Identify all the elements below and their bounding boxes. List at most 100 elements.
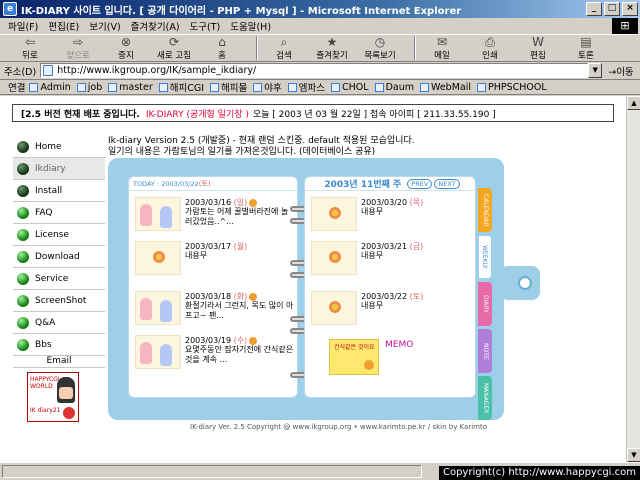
link-empas[interactable]: 엠파스 — [287, 80, 325, 94]
maximize-button[interactable]: □ — [604, 2, 620, 16]
link-page-icon — [210, 82, 220, 92]
link-job[interactable]: job — [76, 82, 102, 93]
diary-entry[interactable]: 2003/03/21 (금) 내용무 — [309, 239, 471, 279]
diary-entry[interactable]: 2003/03/20 (목) 내용무 — [309, 195, 471, 235]
nav-label: Service — [35, 273, 69, 284]
refresh-button[interactable]: ⟳ 새로 고침 — [154, 35, 194, 61]
nav-item-faq[interactable]: FAQ — [13, 202, 105, 224]
copyright-watermark: Copyright(c) http://www.happycgi.com — [438, 466, 640, 480]
happycgi-banner[interactable]: HAPPYCGI WORLD IK diary21 — [27, 372, 79, 422]
edit-button[interactable]: W 편집 — [518, 35, 558, 61]
entry-text: 내용무 — [361, 301, 384, 310]
nav-item-qa[interactable]: Q&A — [13, 312, 105, 334]
link-phpschool[interactable]: PHPSCHOOL — [477, 82, 547, 93]
home-button[interactable]: ⌂ 홈 — [202, 35, 242, 61]
minimize-button[interactable]: _ — [586, 2, 602, 16]
memo-label: MEMO — [385, 340, 414, 350]
history-button[interactable]: ◷ 목록보기 — [360, 35, 400, 61]
diary-entry[interactable]: 2003/03/17 (월) 내용무 — [133, 239, 295, 279]
diary-entry[interactable]: 2003/03/22 (토) 내용무 — [309, 289, 471, 329]
tab-calendar[interactable]: CALENDAR — [478, 188, 492, 232]
tab-manager[interactable]: MANAGER — [478, 376, 492, 420]
diary-link[interactable]: IK-DIARY (공개형 일기장 ) — [146, 107, 249, 120]
entry-date-value: 2003/03/21 — [361, 242, 408, 251]
next-button[interactable]: NEXT — [434, 178, 460, 189]
link-yahoo[interactable]: 야후 — [253, 80, 282, 94]
title-bar: e IK-DIARY 사이트 입니다. [ 공개 다이어리 - PHP + My… — [0, 0, 640, 18]
character-face-icon — [59, 387, 73, 399]
tab-note[interactable]: NOTE — [478, 329, 492, 373]
link-chol[interactable]: CHOL — [331, 82, 369, 93]
character-icon — [140, 298, 152, 320]
prev-button[interactable]: PREV — [407, 178, 433, 189]
entry-thumbnail — [135, 197, 181, 231]
mail-button[interactable]: ✉ 메일 — [422, 35, 462, 61]
flower-icon — [153, 251, 165, 263]
nav-item-download[interactable]: Download — [13, 246, 105, 268]
diary-entry[interactable]: 2003/03/16 (일) 가람토는 어제 꿀벌버라진에 놀러갔었음..^..… — [133, 195, 295, 235]
green-ball-icon — [17, 206, 29, 219]
address-dropdown-button[interactable]: ▼ — [588, 63, 603, 78]
go-button[interactable]: →이동 — [608, 64, 633, 78]
refresh-label: 새로 고침 — [157, 51, 191, 61]
character-icon — [160, 300, 172, 322]
favorites-label: 즐겨찾기 — [316, 51, 348, 61]
vertical-scrollbar[interactable]: ▲ ▼ — [626, 96, 640, 462]
nav-email-link[interactable]: Email — [13, 356, 105, 368]
history-label: 목록보기 — [364, 51, 396, 61]
ie-app-icon: e — [3, 2, 17, 16]
menu-edit[interactable]: 편집(E) — [48, 19, 79, 33]
search-button[interactable]: ⌕ 검색 — [264, 35, 304, 61]
nav-item-screenshot[interactable]: ScreenShot — [13, 290, 105, 312]
scroll-up-button[interactable]: ▲ — [627, 96, 640, 110]
menu-file[interactable]: 파일(F) — [8, 19, 38, 33]
back-button[interactable]: ⇦ 뒤로 — [10, 35, 50, 61]
stop-label: 중지 — [118, 51, 134, 61]
link-happymall[interactable]: 해피몰 — [210, 80, 247, 94]
page-icon — [43, 65, 54, 76]
link-happycgi[interactable]: 해피CGI — [158, 80, 204, 94]
nav-item-home[interactable]: Home — [13, 136, 105, 158]
clasp-button-icon — [518, 276, 532, 290]
back-arrow-icon: ⇦ — [24, 35, 36, 49]
link-master[interactable]: master — [108, 82, 153, 93]
entry-weekday: (금) — [409, 242, 424, 251]
menu-help[interactable]: 도움말(H) — [230, 19, 271, 33]
diary-entry[interactable]: 2003/03/19 (수) 요몇주동안 잠자기전에 간식같은것을 계속 ... — [133, 333, 295, 373]
print-button[interactable]: ⎙ 인쇄 — [470, 35, 510, 61]
link-webmail[interactable]: WebMail — [419, 82, 471, 93]
diary-right-page: 2003년 11번째 주 PREV NEXT 2003/03/20 (목) 내용… — [304, 176, 476, 398]
tab-weekly[interactable]: WEEKLY — [478, 235, 492, 279]
nav-item-install[interactable]: Install — [13, 180, 105, 202]
character-icon — [140, 204, 152, 226]
link-page-icon — [108, 82, 118, 92]
discuss-button[interactable]: ▤ 토론 — [566, 35, 606, 61]
nav-item-service[interactable]: Service — [13, 268, 105, 290]
menu-view[interactable]: 보기(V) — [89, 19, 120, 33]
menu-tools[interactable]: 도구(T) — [190, 19, 221, 33]
window-title: IK-DIARY 사이트 입니다. [ 공개 다이어리 - PHP + Mysq… — [21, 5, 462, 17]
search-icon: ⌕ — [280, 35, 288, 49]
search-label: 검색 — [276, 51, 292, 61]
scroll-down-button[interactable]: ▼ — [627, 448, 640, 462]
favorites-button[interactable]: ★ 즐겨찾기 — [312, 35, 352, 61]
close-button[interactable]: × — [622, 2, 638, 16]
nav-item-license[interactable]: License — [13, 224, 105, 246]
link-page-icon — [158, 82, 168, 92]
diary-entry[interactable]: 2003/03/18 (화) 환절기라서 그런지, 목도 많이 아프고~ 팬..… — [133, 289, 295, 329]
nav-item-ikdiary[interactable]: Ikdiary — [13, 158, 105, 180]
entry-date-value: 2003/03/17 — [185, 242, 232, 251]
entry-thumbnail — [135, 335, 181, 369]
tab-diary[interactable]: DIARY — [478, 282, 492, 326]
nav-item-bbs[interactable]: Bbs — [13, 334, 105, 356]
memo-note[interactable]: 간식같은 것이요 — [329, 339, 379, 375]
green-ball-icon — [17, 140, 29, 153]
menu-favorites[interactable]: 즐겨찾기(A) — [131, 19, 180, 33]
forward-button[interactable]: ⇨ 앞으로 — [58, 35, 98, 61]
stop-button[interactable]: ⊗ 중지 — [106, 35, 146, 61]
address-input[interactable]: http://www.ikgroup.org/IK/sample_ikdiary… — [40, 63, 589, 78]
link-admin[interactable]: Admin — [29, 82, 71, 93]
links-label: 연결 — [8, 83, 26, 94]
link-page-icon — [29, 82, 39, 92]
link-daum[interactable]: Daum — [374, 82, 414, 93]
